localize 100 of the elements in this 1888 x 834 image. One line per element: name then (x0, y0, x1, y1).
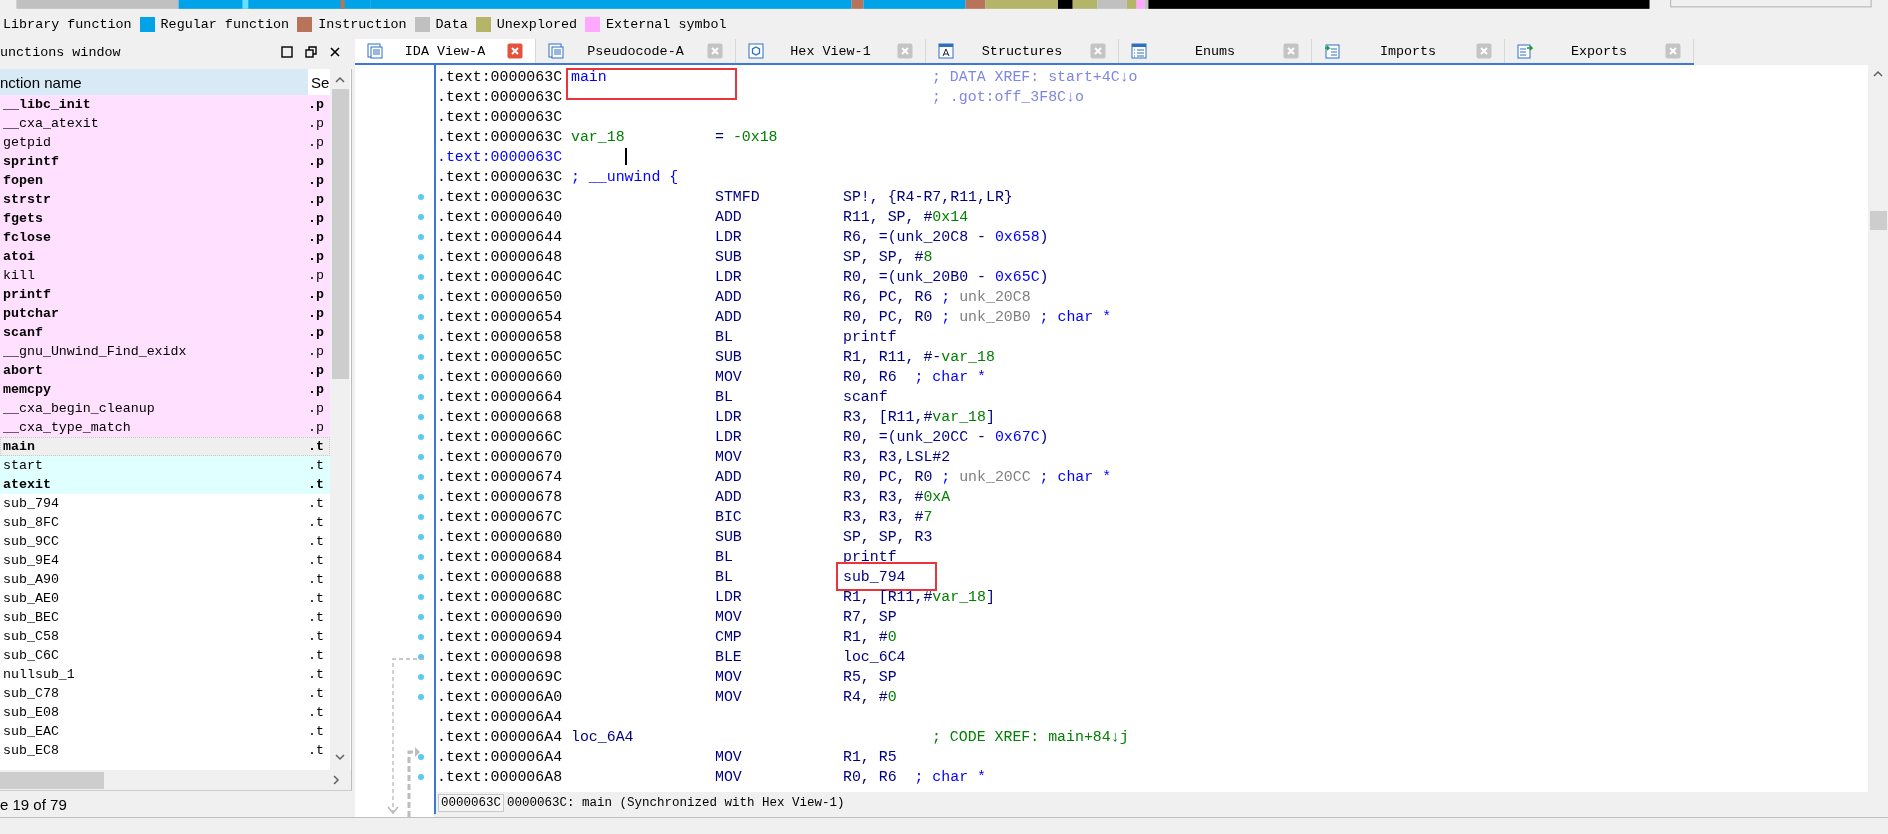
operand-text: R5, SP (843, 669, 897, 686)
function-row[interactable]: __cxa_atexit .p (0, 114, 330, 134)
operand-text: R0, =(unk_20CC - 0x67C) (843, 429, 1049, 446)
function-name: memcpy (2, 382, 52, 398)
legend-label: External symbol (606, 16, 727, 32)
operand-text: loc_6C4 (843, 649, 906, 666)
tab[interactable]: IDA View-A (355, 39, 536, 64)
function-name: sub_BEC (2, 610, 60, 626)
function-row[interactable]: fclose .p (0, 228, 330, 248)
operand-text: printf (843, 329, 897, 346)
operand-text: R1, #0 (843, 629, 897, 646)
address-text: .text:0000065C (437, 349, 563, 366)
function-row[interactable]: main .t (0, 437, 330, 457)
address-text: .text:000006A4 (437, 729, 563, 746)
function-name: fgets (2, 211, 44, 227)
mnemonic-text: ADD (715, 309, 742, 326)
function-row[interactable]: start .t (0, 456, 330, 476)
function-row[interactable]: putchar .p (0, 304, 330, 324)
address-text: .text:00000670 (437, 449, 563, 466)
function-name: sub_C58 (2, 629, 60, 645)
function-row[interactable]: memcpy .p (0, 380, 330, 400)
function-row[interactable]: fopen .p (0, 171, 330, 191)
function-name: nullsub_1 (2, 667, 76, 683)
operand-text: printf (843, 549, 897, 566)
function-name: sub_8FC (2, 515, 60, 531)
function-name: sub_EAC (2, 724, 60, 740)
mnemonic-text: LDR (715, 269, 742, 286)
mnemonic-text: BL (715, 389, 733, 406)
segment-cell-text: .p (307, 135, 325, 151)
scrollbar-thumb[interactable] (1869, 211, 1887, 231)
function-row[interactable]: printf .p (0, 285, 330, 305)
address-text: .text:0000066C (437, 429, 563, 446)
text-cursor (625, 148, 627, 166)
function-row[interactable]: abort .p (0, 361, 330, 381)
segment-cell-text: .t (307, 458, 325, 474)
segment-cell-text: .t (307, 439, 325, 455)
panel-title: unctions window (0, 44, 122, 60)
function-name: scanf (2, 325, 44, 341)
address-text: .text:0000063C (437, 169, 563, 186)
segment-cell-text: .p (307, 306, 325, 322)
maximize-icon[interactable] (280, 45, 294, 60)
address-text: .text:0000067C (437, 509, 563, 526)
address-text: .text:00000690 (437, 609, 563, 626)
function-row[interactable]: atoi .p (0, 247, 330, 267)
function-row[interactable]: getpid .p (0, 133, 330, 153)
operand-text: R4, #0 (843, 689, 897, 706)
mnemonic-text: SUB (715, 349, 742, 366)
operand-text: R3, R3, #0xA (843, 489, 951, 506)
scrollbar-thumb[interactable] (0, 771, 104, 789)
scrollbar-thumb[interactable] (331, 89, 349, 380)
operand-text: scanf (843, 389, 888, 406)
segment-cell-text: .t (307, 610, 325, 626)
segment-cell-text: .t (307, 724, 325, 740)
operand-text: SP, SP, R3 (843, 529, 933, 546)
function-name: sub_E08 (2, 705, 60, 721)
function-name: __libc_init (2, 97, 92, 113)
mnemonic-text: ADD (715, 489, 742, 506)
function-row[interactable]: scanf .p (0, 323, 330, 343)
function-row[interactable]: __cxa_begin_cleanup .p (0, 399, 330, 419)
address-text: .text:00000644 (437, 229, 563, 246)
segment-cell-text: .p (307, 268, 325, 284)
function-name: sub_9CC (2, 534, 60, 550)
export-window-icon (1517, 43, 1533, 60)
segment-cell-text: .t (307, 572, 325, 588)
segment-cell-text: .t (307, 591, 325, 607)
operand-text: R11, SP, #0x14 (843, 209, 969, 226)
function-row[interactable]: __cxa_type_match .p (0, 418, 330, 438)
function-row[interactable]: atexit .t (0, 475, 330, 495)
address-text: .text:0000068C (437, 589, 563, 606)
function-row[interactable]: sprintf .p (0, 152, 330, 172)
horizontal-scrollbar[interactable] (0, 770, 352, 791)
function-row[interactable]: strstr .p (0, 190, 330, 210)
function-row[interactable]: fgets .p (0, 209, 330, 229)
mnemonic-text: BLE (715, 649, 742, 666)
restore-icon[interactable] (304, 45, 318, 60)
address-text: .text:00000680 (437, 529, 563, 546)
operand-text: R7, SP (843, 609, 897, 626)
segment-cell-text: .p (307, 116, 325, 132)
address-text: .text:00000658 (437, 329, 563, 346)
operand-text: SP, SP, #8 (843, 249, 933, 266)
address-text: .text:00000674 (437, 469, 563, 486)
mnemonic-text: MOV (715, 449, 742, 466)
address-text: .text:0000063C (437, 109, 563, 126)
function-row[interactable]: __libc_init .p (0, 95, 330, 115)
function-row[interactable]: kill .p (0, 266, 330, 286)
column-header[interactable]: nction name (0, 69, 308, 96)
operand-text: R3, R3, #7 (843, 509, 933, 526)
function-name: sub_A90 (2, 572, 60, 588)
segment-cell-text: .p (307, 401, 325, 417)
segment-cell-text: .p (307, 363, 325, 379)
mnemonic-text: BL (715, 329, 733, 346)
segment-cell-text: .p (307, 249, 325, 265)
mnemonic-text: STMFD (715, 189, 760, 206)
operand-text: SP!, {R4-R7,R11,LR} (843, 189, 1013, 206)
mnemonic-text: MOV (715, 749, 742, 766)
segment-cell-text: .t (307, 496, 325, 512)
address-text: .text:00000698 (437, 649, 563, 666)
function-row[interactable]: __gnu_Unwind_Find_exidx .p (0, 342, 330, 362)
mnemonic-text: MOV (715, 769, 742, 786)
segment-cell-text: .p (307, 173, 325, 189)
